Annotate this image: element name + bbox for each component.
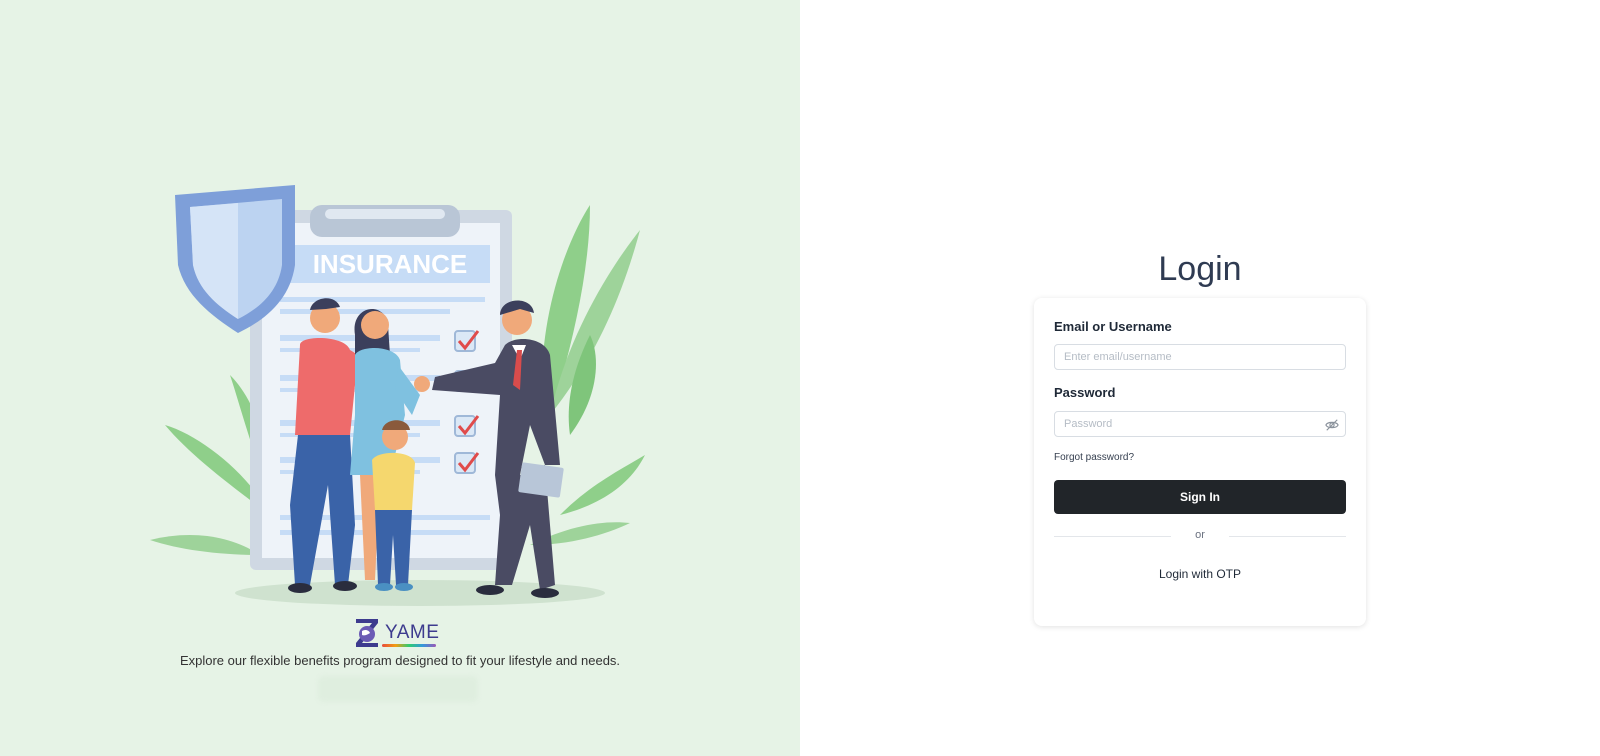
clipboard-heading: INSURANCE bbox=[313, 249, 468, 279]
right-panel: Login Email or Username Password Forgot … bbox=[800, 0, 1600, 756]
divider-text: or bbox=[1195, 529, 1205, 541]
sign-in-button[interactable]: Sign In bbox=[1054, 480, 1346, 514]
tagline: Explore our flexible benefits program de… bbox=[179, 653, 621, 668]
forgot-password-link[interactable]: Forgot password? bbox=[1054, 452, 1134, 463]
yame-logo-icon bbox=[356, 619, 378, 647]
faded-element bbox=[318, 676, 478, 702]
brand-name: YAME bbox=[385, 622, 440, 643]
or-divider: or bbox=[1054, 529, 1346, 545]
insurance-illustration: INSURANCE bbox=[150, 185, 645, 606]
email-label: Email or Username bbox=[1054, 319, 1172, 334]
email-field[interactable] bbox=[1054, 344, 1346, 370]
eye-slash-icon[interactable] bbox=[1325, 418, 1339, 432]
password-field[interactable] bbox=[1054, 411, 1346, 437]
brand-underline bbox=[382, 644, 436, 647]
login-with-otp-link[interactable]: Login with OTP bbox=[1034, 567, 1366, 581]
login-title: Login bbox=[1158, 250, 1242, 288]
password-label: Password bbox=[1054, 385, 1116, 400]
brand-logo: YAME bbox=[352, 615, 442, 651]
divider-line-right bbox=[1229, 536, 1346, 537]
left-panel: INSURANCE YAME Explore our flexible bene… bbox=[0, 0, 800, 756]
